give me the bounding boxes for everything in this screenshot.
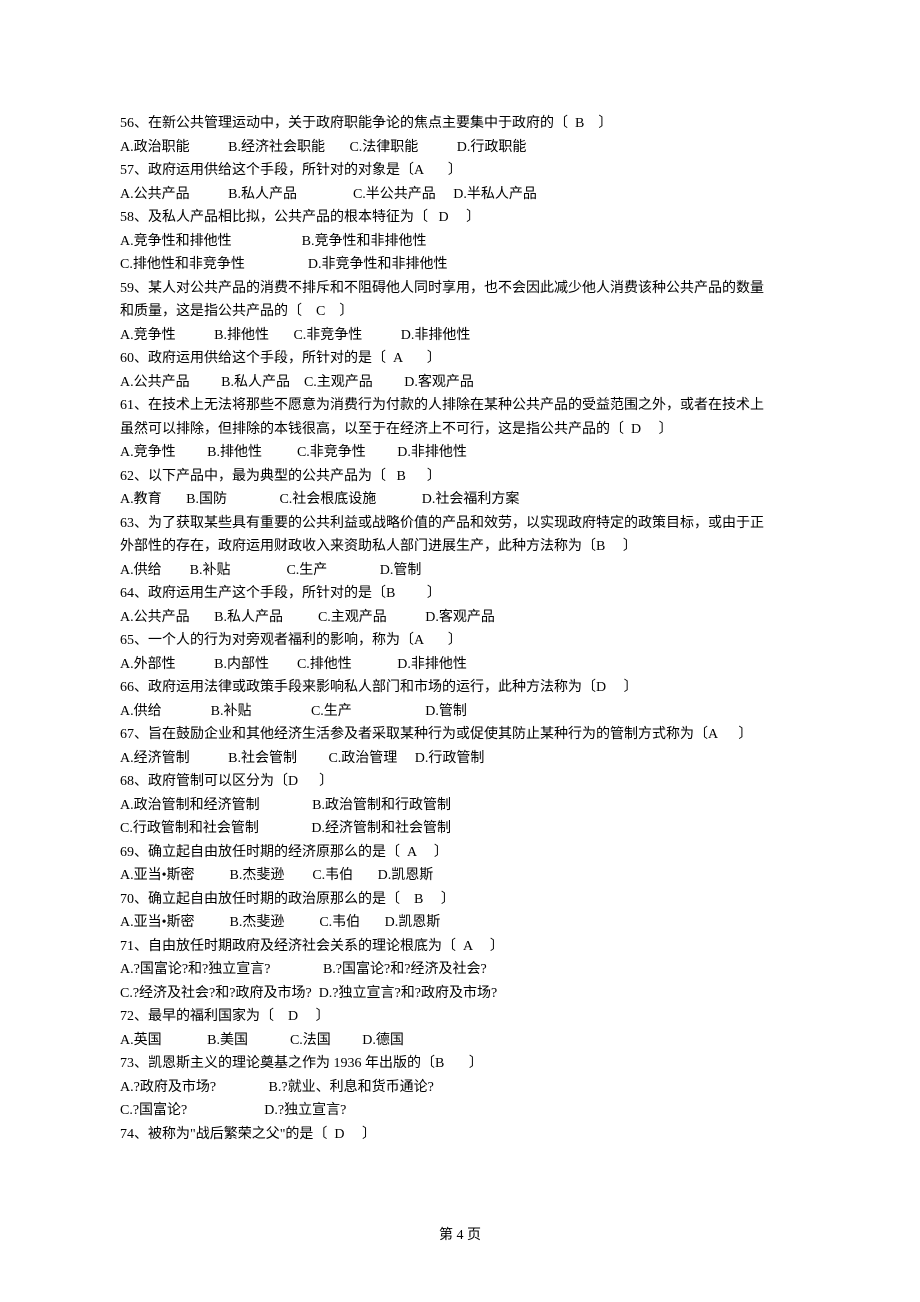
text-line: A.政治职能 B.经济社会职能 C.法律职能 D.行政职能 [120, 136, 800, 160]
text-line: 58、及私人产品相比拟，公共产品的根本特征为〔 D 〕 [120, 206, 800, 230]
text-line: A.亚当•斯密 B.杰斐逊 C.韦伯 D.凯恩斯 [120, 864, 800, 888]
text-line: A.?政府及市场? B.?就业、利息和货币通论? [120, 1076, 800, 1100]
page-footer: 第 4 页 [0, 1224, 920, 1244]
text-line: A.竞争性 B.排他性 C.非竞争性 D.非排他性 [120, 324, 800, 348]
text-line: 外部性的存在，政府运用财政收入来资助私人部门进展生产，此种方法称为〔B 〕 [120, 535, 800, 559]
text-line: A.英国 B.美国 C.法国 D.德国 [120, 1029, 800, 1053]
text-line: 64、政府运用生产这个手段，所针对的是〔B 〕 [120, 582, 800, 606]
text-line: 70、确立起自由放任时期的政治原那么的是〔 B 〕 [120, 888, 800, 912]
text-line: 66、政府运用法律或政策手段来影响私人部门和市场的运行，此种方法称为〔D 〕 [120, 676, 800, 700]
text-line: A.政治管制和经济管制 B.政治管制和行政管制 [120, 794, 800, 818]
text-line: A.公共产品 B.私人产品 C.主观产品 D.客观产品 [120, 606, 800, 630]
text-line: 72、最早的福利国家为〔 D 〕 [120, 1005, 800, 1029]
document-page: 56、在新公共管理运动中，关于政府职能争论的焦点主要集中于政府的〔 B 〕A.政… [0, 0, 920, 1302]
text-line: 59、某人对公共产品的消费不排斥和不阻碍他人同时享用，也不会因此减少他人消费该种… [120, 277, 800, 301]
text-line: 71、自由放任时期政府及经济社会关系的理论根底为〔 A 〕 [120, 935, 800, 959]
text-line: 69、确立起自由放任时期的经济原那么的是〔 A 〕 [120, 841, 800, 865]
text-line: 56、在新公共管理运动中，关于政府职能争论的焦点主要集中于政府的〔 B 〕 [120, 112, 800, 136]
text-line: 74、被称为"战后繁荣之父"的是〔 D 〕 [120, 1123, 800, 1147]
text-line: A.公共产品 B.私人产品 C.半公共产品 D.半私人产品 [120, 183, 800, 207]
text-line: A.教育 B.国防 C.社会根底设施 D.社会福利方案 [120, 488, 800, 512]
text-line: C.行政管制和社会管制 D.经济管制和社会管制 [120, 817, 800, 841]
text-line: C.排他性和非竞争性 D.非竞争性和非排他性 [120, 253, 800, 277]
text-line: C.?经济及社会?和?政府及市场? D.?独立宣言?和?政府及市场? [120, 982, 800, 1006]
text-line: A.公共产品 B.私人产品 C.主观产品 D.客观产品 [120, 371, 800, 395]
text-line: 和质量，这是指公共产品的〔 C 〕 [120, 300, 800, 324]
text-line: A.?国富论?和?独立宣言? B.?国富论?和?经济及社会? [120, 958, 800, 982]
text-line: 73、凯恩斯主义的理论奠基之作为 1936 年出版的〔B 〕 [120, 1052, 800, 1076]
text-line: 67、旨在鼓励企业和其他经济生活参及者采取某种行为或促使其防止某种行为的管制方式… [120, 723, 800, 747]
text-line: A.供给 B.补贴 C.生产 D.管制 [120, 559, 800, 583]
text-line: 63、为了获取某些具有重要的公共利益或战略价值的产品和效劳，以实现政府特定的政策… [120, 512, 800, 536]
text-line: 61、在技术上无法将那些不愿意为消费行为付款的人排除在某种公共产品的受益范围之外… [120, 394, 800, 418]
text-line: A.外部性 B.内部性 C.排他性 D.非排他性 [120, 653, 800, 677]
text-line: A.经济管制 B.社会管制 C.政治管理 D.行政管制 [120, 747, 800, 771]
text-line: A.亚当•斯密 B.杰斐逊 C.韦伯 D.凯恩斯 [120, 911, 800, 935]
text-line: 57、政府运用供给这个手段，所针对的对象是〔A 〕 [120, 159, 800, 183]
text-line: 虽然可以排除，但排除的本钱很高，以至于在经济上不可行，这是指公共产品的〔 D 〕 [120, 418, 800, 442]
text-line: 62、以下产品中，最为典型的公共产品为〔 B 〕 [120, 465, 800, 489]
text-line: 65、一个人的行为对旁观者福利的影响，称为〔A 〕 [120, 629, 800, 653]
text-line: A.供给 B.补贴 C.生产 D.管制 [120, 700, 800, 724]
text-line: 68、政府管制可以区分为〔D 〕 [120, 770, 800, 794]
text-line: 60、政府运用供给这个手段，所针对的是〔 A 〕 [120, 347, 800, 371]
content-body: 56、在新公共管理运动中，关于政府职能争论的焦点主要集中于政府的〔 B 〕A.政… [120, 112, 800, 1146]
text-line: A.竞争性和排他性 B.竞争性和非排他性 [120, 230, 800, 254]
text-line: C.?国富论? D.?独立宣言? [120, 1099, 800, 1123]
text-line: A.竞争性 B.排他性 C.非竞争性 D.非排他性 [120, 441, 800, 465]
